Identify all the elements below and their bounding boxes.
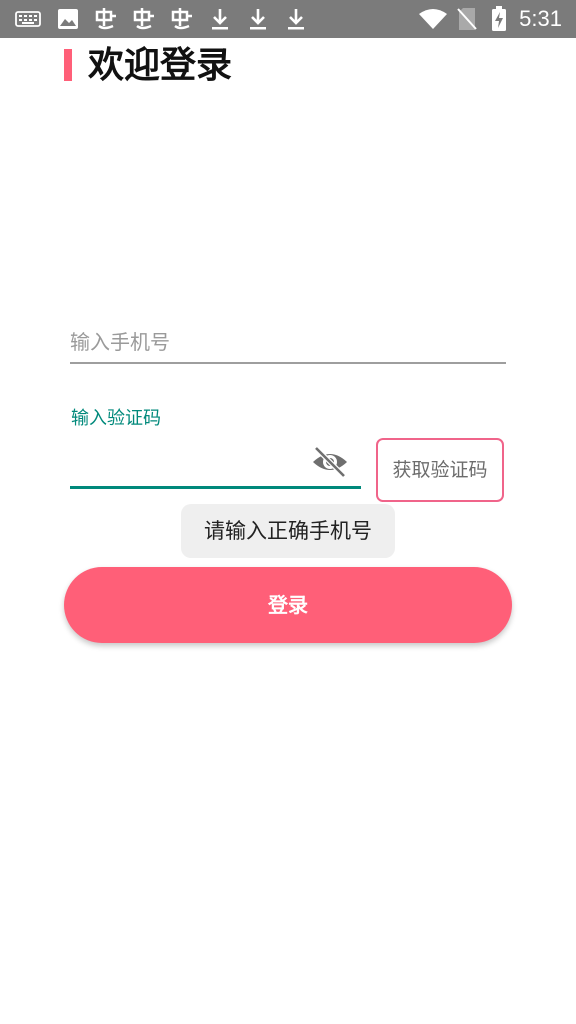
no-sim-icon: [456, 6, 478, 32]
bug-icon: [92, 6, 120, 32]
page-title: 欢迎登录: [88, 45, 233, 86]
code-field-label: 输入验证码: [71, 408, 161, 429]
download-icon: [284, 6, 308, 32]
toast-message: 请输入正确手机号: [181, 504, 395, 558]
clock-time: 5:31: [519, 6, 562, 31]
download-icon: [246, 6, 270, 32]
image-icon: [56, 6, 80, 32]
visibility-toggle-icon[interactable]: [311, 444, 349, 480]
phone-input[interactable]: 输入手机号: [70, 322, 506, 364]
keyboard-icon: [14, 6, 42, 32]
bug-icon: [130, 6, 158, 32]
download-icon: [208, 6, 232, 32]
wifi-icon: [418, 6, 448, 32]
bug-icon: [168, 6, 196, 32]
battery-charging-icon: [490, 6, 508, 32]
login-button[interactable]: 登录: [64, 567, 512, 643]
get-code-button[interactable]: 获取验证码: [376, 438, 504, 502]
status-bar: 5:31: [0, 0, 576, 38]
phone-placeholder: 输入手机号: [70, 330, 170, 354]
title-accent-bar: [64, 49, 72, 81]
